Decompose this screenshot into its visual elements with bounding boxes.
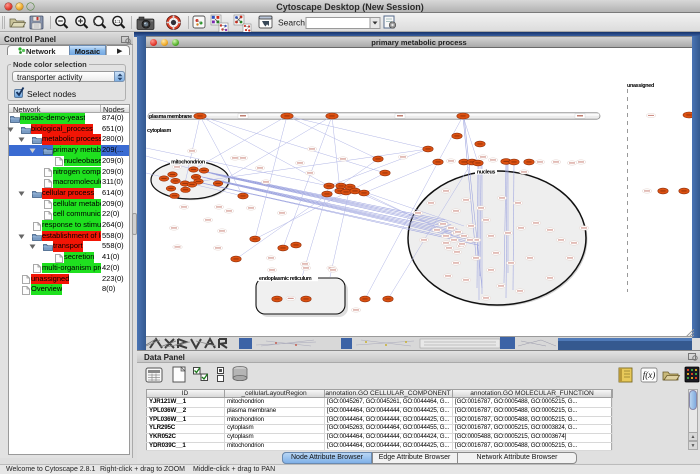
svg-text:unassigned: unassigned [627, 83, 654, 89]
svg-text:Search:: Search: [278, 18, 307, 28]
svg-text:nucleus: nucleus [477, 170, 496, 176]
svg-text:f(x): f(x) [643, 370, 656, 380]
svg-text:plasma membrane: plasma membrane [149, 114, 192, 120]
svg-text:mitochondrion: mitochondrion [171, 160, 205, 166]
svg-text:1:1: 1:1 [114, 19, 121, 24]
svg-text:endoplasmic reticulum: endoplasmic reticulum [259, 276, 312, 282]
svg-text:cytoplasm: cytoplasm [147, 128, 171, 134]
